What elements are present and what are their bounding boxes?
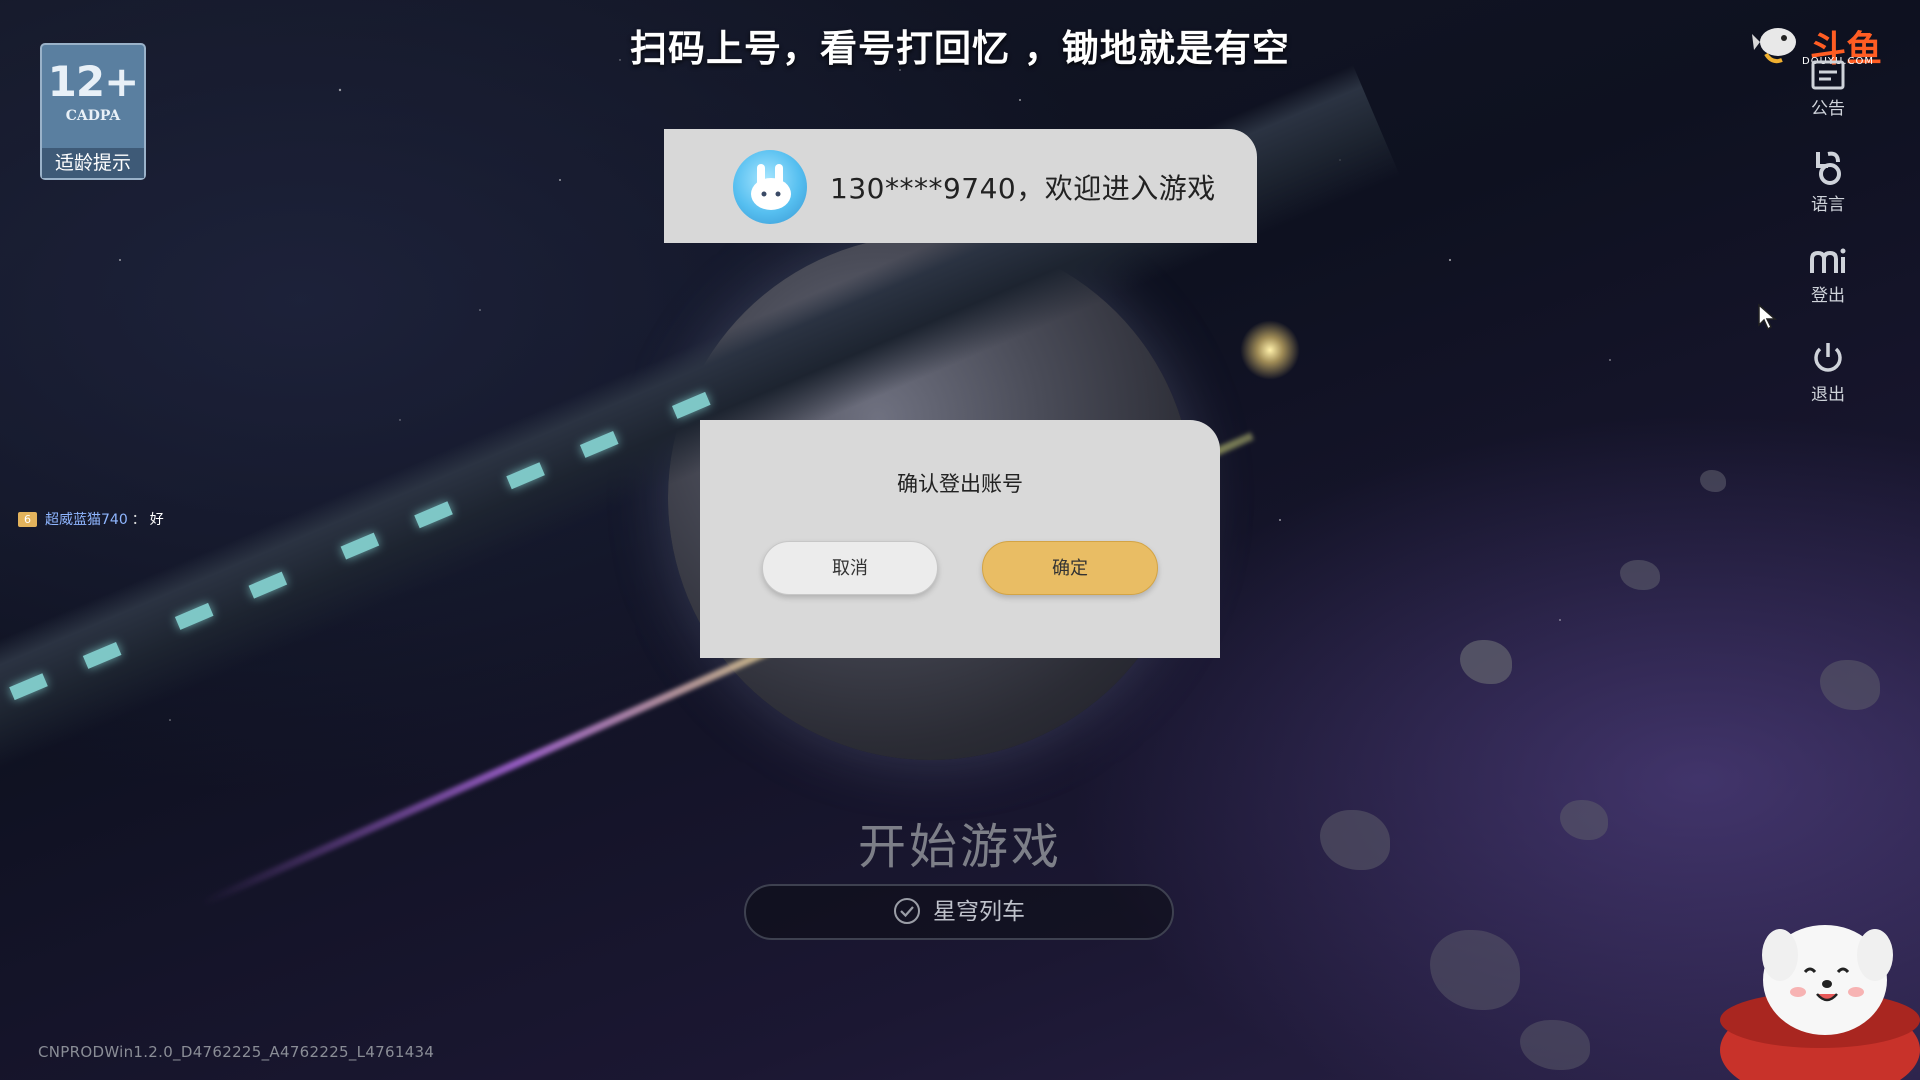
side-menu-notice-label: 公告 [1811,99,1845,119]
cancel-button[interactable]: 取消 [762,541,938,595]
train-window [340,532,380,560]
chat-message-text: 好 [149,512,164,528]
check-circle-icon [894,897,920,924]
chat-username: 超威蓝猫740 [45,512,128,528]
streamer-mascot-dog [1720,925,1920,1080]
asteroid [1620,560,1660,590]
sun-glow [1240,320,1300,380]
side-menu-exit-label: 退出 [1811,385,1845,405]
age-rating-org: CADPA [65,108,121,124]
side-menu-logout[interactable]: 登出 [1790,247,1866,306]
language-icon [1816,151,1841,185]
train-window [579,430,619,458]
danmaku-chat-message: 6 超威蓝猫740 ： 好 [18,508,164,530]
side-menu-language[interactable]: 语言 [1790,148,1866,215]
asteroid [1430,930,1520,1010]
train-window [9,673,48,701]
fan-badge: 6 [18,511,37,527]
asteroid [1700,470,1726,492]
notice-icon [1811,60,1845,90]
server-name: 星穹列车 [933,899,1025,925]
side-menu-language-label: 语言 [1811,195,1845,215]
age-rating-number: 12+ [47,57,140,106]
bunny-avatar-icon [751,164,791,210]
dialog-title: 确认登出账号 [897,472,1023,496]
train-window [82,641,122,669]
welcome-banner: 130****9740，欢迎进入游戏 [664,129,1257,243]
stream-banner-text: 扫码上号，看号打回忆 ，锄地就是有空 [630,27,1290,70]
side-menu-logout-label: 登出 [1811,286,1845,306]
train-window [506,462,545,490]
power-icon [1814,343,1842,372]
chat-separator: ： [131,512,146,528]
age-rating-tip: 适龄提示 [42,148,144,178]
train-window [414,501,453,529]
asteroid [1520,1020,1590,1070]
age-rating-badge: 12+ CADPA 适龄提示 [40,43,146,180]
game-login-screen: 扫码上号，看号打回忆 ，锄地就是有空 12+ CADPA 适龄提示 斗鱼 DOU… [0,0,1920,1080]
mouse-cursor-icon [1758,303,1777,331]
confirm-button[interactable]: 确定 [982,541,1158,595]
logout-confirm-dialog: 确认登出账号 取消 确定 [700,420,1220,658]
version-string: CNPRODWin1.2.0_D4762225_A4762225_L476143… [38,1043,435,1061]
train-window [671,391,711,419]
welcome-text: 130****9740，欢迎进入游戏 [830,172,1216,205]
server-selector[interactable]: 星穹列车 [744,884,1174,940]
train-window [248,571,288,599]
side-menu-notice[interactable]: 公告 [1790,60,1866,119]
train-window [174,602,214,630]
start-game-button[interactable]: 开始游戏 [0,807,1920,877]
asteroid [1460,640,1512,684]
asteroid [1820,660,1880,710]
user-avatar [733,150,807,224]
mi-logout-icon [1810,248,1846,273]
side-menu-exit[interactable]: 退出 [1790,340,1866,405]
